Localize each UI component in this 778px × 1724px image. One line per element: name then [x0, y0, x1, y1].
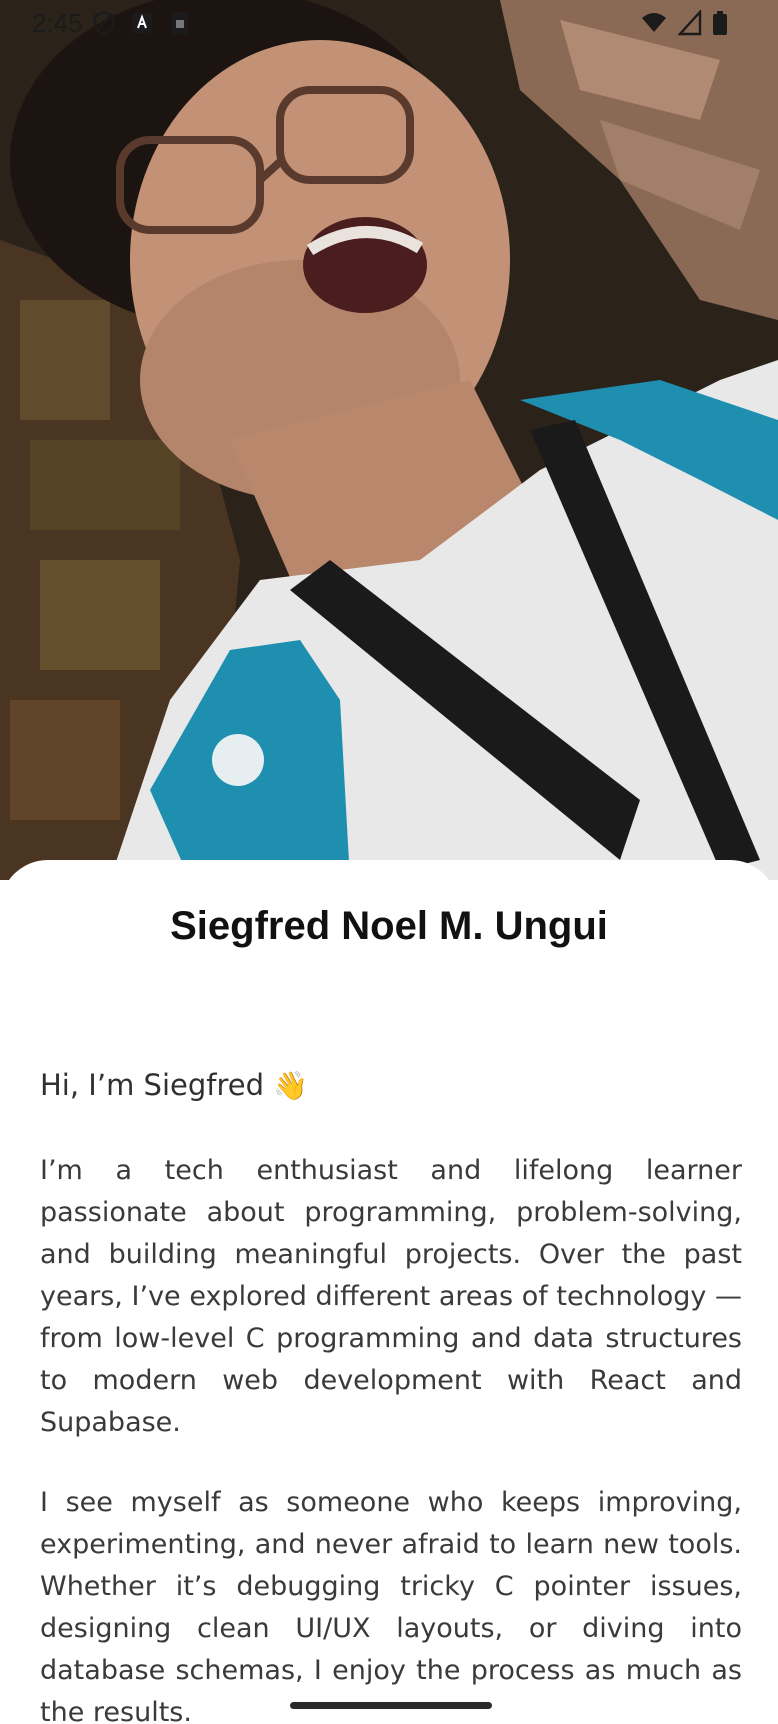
profile-screen: 2:45 Siegfred Noel M. Ungui Hi, I’m Sieg…	[0, 0, 778, 1724]
greeting-text: Hi, I’m Siegfred	[40, 1068, 264, 1102]
wifi-icon	[642, 13, 666, 32]
waving-hand-icon: 👋	[273, 1069, 309, 1102]
battery-icon	[713, 11, 727, 35]
signal-icon	[678, 10, 702, 36]
profile-name: Siegfred Noel M. Ungui	[170, 904, 608, 948]
greeting: Hi, I’m Siegfred 👋	[40, 1068, 308, 1102]
status-bar: 2:45	[0, 0, 778, 48]
bio-paragraph-2: I see myself as someone who keeps improv…	[40, 1487, 742, 1724]
sim-card-icon	[172, 12, 188, 34]
profile-card: Siegfred Noel M. Ungui Hi, I’m Siegfred …	[0, 860, 778, 1724]
shield-icon	[93, 10, 115, 36]
app-a-icon	[132, 13, 152, 33]
home-indicator[interactable]	[290, 1702, 492, 1709]
bio-paragraph-1: I’m a tech enthusiast and lifelong learn…	[40, 1155, 742, 1438]
profile-photo	[0, 0, 778, 880]
status-time: 2:45	[32, 8, 83, 38]
